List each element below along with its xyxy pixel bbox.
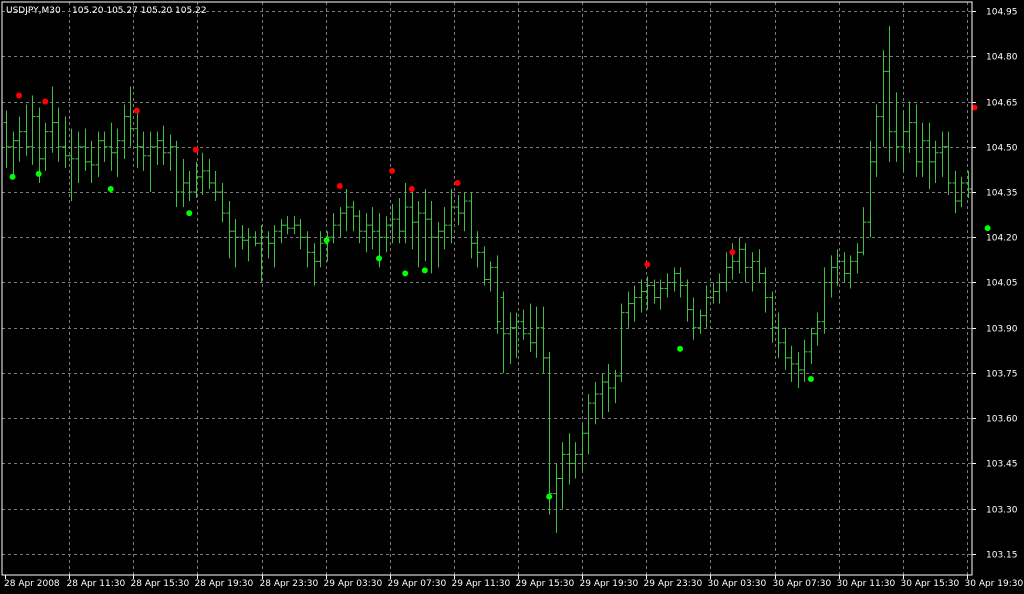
x-tick-label: 28 Apr 19:30 <box>195 579 254 589</box>
x-tick-label: 29 Apr 23:30 <box>644 579 703 589</box>
x-tick-label: 28 Apr 11:30 <box>67 579 126 589</box>
signal-down-dot <box>42 98 49 105</box>
chart-quote: 105.20 105.27 105.20 105.22 <box>72 6 207 16</box>
y-tick-label: 103.30 <box>986 506 1018 516</box>
x-tick-label: 29 Apr 19:30 <box>580 579 639 589</box>
y-tick-label: 104.05 <box>986 279 1018 289</box>
signal-up-dot <box>402 270 409 277</box>
y-tick-label: 104.65 <box>986 99 1018 109</box>
y-tick-label: 103.45 <box>986 460 1018 470</box>
signal-down-dot <box>729 249 736 256</box>
price-chart[interactable]: 104.95 104.80 104.65 104.50 104.35 104.20 104.… <box>0 0 1024 594</box>
signal-down-dot <box>454 179 461 186</box>
signal-up-dot <box>107 185 114 192</box>
x-tick-label: 30 Apr 19:30 <box>965 579 1024 589</box>
y-tick-label: 103.90 <box>986 325 1018 335</box>
x-tick-label: 30 Apr 03:30 <box>708 579 767 589</box>
y-tick-label: 104.20 <box>986 234 1018 244</box>
signal-down-dot <box>192 146 199 153</box>
signal-up-dot <box>9 173 16 180</box>
y-tick-label: 103.75 <box>986 370 1018 380</box>
signal-up-dot <box>35 170 42 177</box>
x-tick-label: 29 Apr 15:30 <box>516 579 575 589</box>
signal-up-dot <box>807 375 814 382</box>
signal-down-dot <box>133 107 140 114</box>
x-tick-label: 28 Apr 2008 <box>4 579 60 589</box>
signal-up-dot <box>677 345 684 352</box>
chart-background <box>0 0 1024 594</box>
x-tick-label: 28 Apr 23:30 <box>260 579 319 589</box>
signal-up-dot <box>376 255 383 262</box>
y-tick-label: 104.80 <box>986 53 1018 63</box>
signal-down-dot <box>408 185 415 192</box>
signal-up-dot <box>186 210 193 217</box>
y-tick-label: 104.50 <box>986 144 1018 154</box>
signal-down-dot <box>336 182 343 189</box>
signal-up-dot <box>421 267 428 274</box>
x-tick-label: 30 Apr 07:30 <box>773 579 832 589</box>
signal-down-dot <box>389 167 396 174</box>
signal-up-dot <box>984 225 991 232</box>
signal-up-dot <box>546 493 553 500</box>
y-tick-label: 104.35 <box>986 189 1018 199</box>
signal-down-dot <box>16 92 23 99</box>
y-tick-label: 103.15 <box>986 551 1018 561</box>
x-tick-label: 29 Apr 07:30 <box>388 579 447 589</box>
x-tick-label: 30 Apr 15:30 <box>901 579 960 589</box>
signal-down-dot <box>644 261 651 268</box>
x-tick-label: 30 Apr 11:30 <box>837 579 896 589</box>
y-tick-label: 103.60 <box>986 415 1018 425</box>
x-tick-label: 28 Apr 15:30 <box>131 579 190 589</box>
chart-symbol: USDJPY,M30 <box>6 6 61 16</box>
signal-up-dot <box>323 237 330 244</box>
x-tick-label: 29 Apr 11:30 <box>452 579 511 589</box>
y-tick-label: 104.95 <box>986 8 1018 18</box>
x-tick-label: 29 Apr 03:30 <box>324 579 383 589</box>
